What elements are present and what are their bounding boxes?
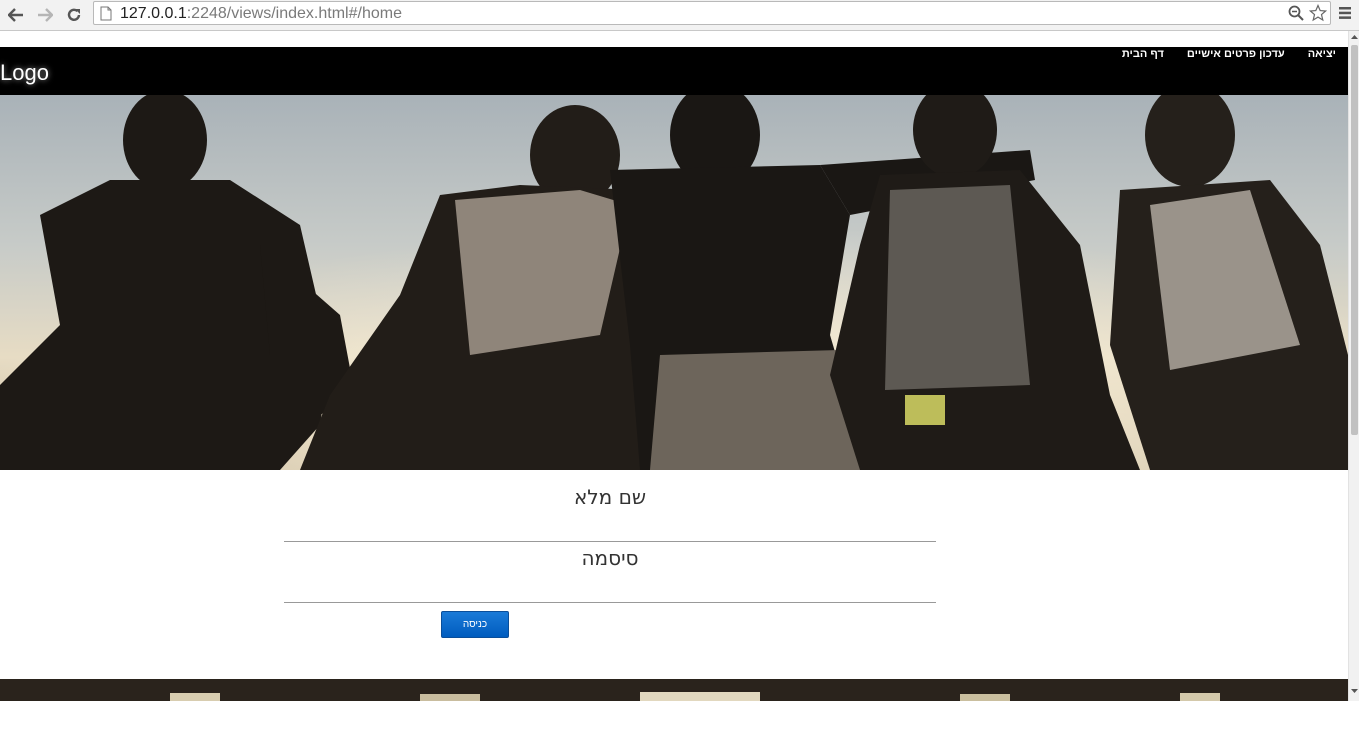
nav-update-details[interactable]: עדכון פרטים אישיים <box>1187 48 1285 60</box>
reload-icon[interactable] <box>63 4 85 26</box>
password-underline <box>284 602 936 603</box>
address-bar[interactable]: 127.0.0.1:2248/views/index.html#/home <box>93 1 1331 25</box>
password-label: סיסמה <box>581 546 639 570</box>
back-icon[interactable] <box>5 4 27 26</box>
second-image-strip <box>0 679 1348 701</box>
site-header: Logo יציאה עדכון פרטים אישיים דף הבית <box>0 47 1348 95</box>
browser-toolbar: 127.0.0.1:2248/views/index.html#/home <box>0 0 1359 31</box>
menu-icon[interactable] <box>1338 6 1352 25</box>
login-button[interactable]: כניסה <box>441 611 509 638</box>
scroll-up-icon[interactable] <box>1350 33 1359 42</box>
fullname-label: שם מלא <box>573 485 647 509</box>
nav-home[interactable]: דף הבית <box>1122 48 1164 60</box>
page-viewport: Logo יציאה עדכון פרטים אישיים דף הבית שם… <box>0 31 1359 701</box>
zoom-icon[interactable] <box>1288 5 1304 26</box>
strip-illustration <box>0 679 1348 701</box>
login-form: שם מלא סיסמה כניסה <box>284 481 936 638</box>
fullname-field[interactable]: שם מלא <box>284 481 936 542</box>
password-field[interactable]: סיסמה <box>284 542 936 603</box>
url-path: :2248/views/index.html#/home <box>186 5 402 22</box>
forward-icon[interactable] <box>34 4 56 26</box>
nav-logout[interactable]: יציאה <box>1308 48 1336 60</box>
site-logo[interactable]: Logo <box>0 60 49 86</box>
page-scrollbar[interactable] <box>1348 31 1359 701</box>
star-icon[interactable] <box>1308 3 1328 27</box>
scrollbar-thumb[interactable] <box>1351 45 1358 435</box>
hero-silhouette-illustration <box>0 95 1348 470</box>
url-host: 127.0.0.1 <box>120 5 187 22</box>
hero-image <box>0 95 1348 470</box>
url-text: 127.0.0.1:2248/views/index.html#/home <box>120 5 402 23</box>
main-nav: יציאה עדכון פרטים אישיים דף הבית <box>1122 48 1336 60</box>
page-icon <box>100 6 112 26</box>
scroll-down-icon[interactable] <box>1350 686 1359 695</box>
